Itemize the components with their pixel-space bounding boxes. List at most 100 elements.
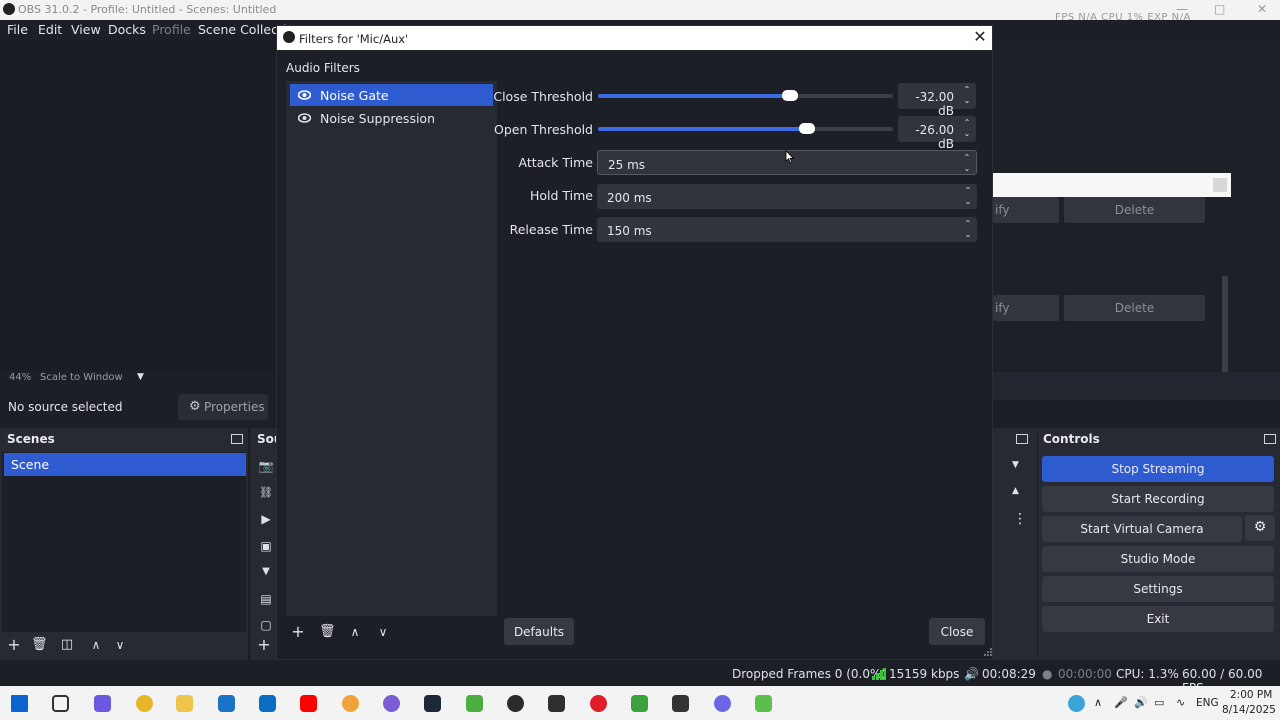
wifi-icon[interactable]: ∿ [1176, 696, 1185, 709]
chevron-up-icon[interactable]: ▲ [1012, 486, 1019, 496]
chrome-icon[interactable] [136, 695, 153, 712]
brave-icon[interactable] [342, 695, 359, 712]
window-title-bar: OBS 31.0.2 - Profile: Untitled - Scenes:… [0, 0, 1280, 23]
epic-games-icon[interactable] [548, 695, 565, 712]
eye-icon[interactable] [298, 113, 311, 123]
undock-icon[interactable] [1016, 434, 1028, 444]
bg-modify-button[interactable]: ify [993, 197, 1059, 223]
filter-icon[interactable]: ◫ [59, 637, 75, 653]
slider-handle[interactable] [782, 90, 798, 101]
open-threshold-input[interactable]: -26.00 dB ⌃ ⌄ [898, 116, 976, 151]
chevron-down-icon: ⌄ [963, 129, 971, 138]
resize-grip-icon[interactable] [984, 648, 992, 656]
minimize-icon[interactable]: — [1176, 2, 1188, 16]
trash-icon[interactable]: 🗑 [319, 624, 336, 640]
gear-icon[interactable]: ⚙ [1245, 515, 1275, 541]
record-time: 00:00:00 [1058, 667, 1112, 681]
taskbar: ∧ 🎤 🔊 ▭ ∿ ENG 2:00 PM 8/14/2025 [0, 686, 1280, 720]
play-icon: ▶ [261, 512, 271, 526]
windows-start-icon[interactable] [11, 695, 28, 712]
status-bar: Dropped Frames 0 (0.0%) 15159 kbps 🔊 00:… [0, 662, 1280, 695]
chevron-down-icon[interactable]: ▼ [1012, 460, 1019, 470]
chevron-down-icon[interactable]: ▼ [137, 372, 144, 382]
scale-mode-select[interactable]: Scale to Window [40, 372, 123, 383]
spinbox-buttons[interactable]: ⌃ ⌄ [962, 85, 972, 105]
store-icon[interactable] [218, 695, 235, 712]
move-up-icon[interactable]: ∧ [347, 624, 363, 640]
clock-date[interactable]: 8/14/2025 [1222, 704, 1276, 716]
settings-button[interactable]: Settings [1042, 576, 1274, 602]
stream-time: 00:08:29 [982, 667, 1036, 681]
open-threshold-slider[interactable] [598, 123, 893, 134]
stop-streaming-button[interactable]: Stop Streaming [1042, 456, 1274, 482]
spinbox-buttons[interactable]: ⌃ ⌄ [962, 118, 972, 138]
undock-icon[interactable] [1264, 434, 1276, 444]
youtube-icon[interactable] [300, 695, 317, 712]
release-time-input[interactable]: 150 ms ⌃ ⌄ [597, 217, 977, 242]
studio-mode-button[interactable]: Studio Mode [1042, 546, 1274, 572]
hold-time-input[interactable]: 200 ms ⌃ ⌄ [597, 184, 977, 209]
move-down-icon[interactable]: ∨ [375, 624, 391, 640]
maximize-icon[interactable]: □ [1214, 2, 1225, 16]
language-indicator[interactable]: ENG [1196, 697, 1219, 709]
add-scene-icon[interactable]: + [6, 637, 22, 653]
opera-icon[interactable] [590, 695, 607, 712]
menu-edit[interactable]: Edit [38, 22, 62, 37]
defaults-button[interactable]: Defaults [504, 618, 574, 645]
bg-modify-button-2[interactable]: ify [993, 295, 1059, 321]
game-icon[interactable] [755, 695, 772, 712]
exit-button[interactable]: Exit [1042, 606, 1274, 632]
scene-item[interactable]: Scene [4, 453, 246, 476]
menu-file[interactable]: File [7, 22, 28, 37]
menu-docks[interactable]: Docks [108, 22, 146, 37]
copilot-icon[interactable] [94, 695, 111, 712]
close-icon[interactable]: ✕ [972, 29, 988, 45]
undock-icon[interactable] [231, 434, 243, 444]
add-filter-icon[interactable]: + [290, 624, 306, 640]
chevron-up-icon[interactable]: ∧ [1094, 696, 1102, 709]
task-view-icon[interactable] [52, 695, 69, 712]
bg-delete-button[interactable]: Delete [1064, 197, 1205, 223]
move-down-icon[interactable]: ∨ [112, 637, 128, 653]
close-window-icon[interactable]: ✕ [1257, 2, 1267, 16]
close-threshold-slider[interactable] [598, 90, 893, 101]
dialog-title-bar: Filters for 'Mic/Aux' ✕ [277, 26, 992, 50]
volume-icon[interactable]: 🔊 [1134, 696, 1148, 709]
filter-item-noise-gate[interactable]: Noise Gate [290, 84, 493, 106]
start-virtual-camera-button[interactable]: Start Virtual Camera [1042, 516, 1242, 542]
file-explorer-icon[interactable] [176, 695, 193, 712]
more-options-icon[interactable]: ⋮ [1013, 512, 1027, 526]
spinbox-buttons[interactable]: ⌃ ⌄ [963, 186, 973, 206]
discord-icon[interactable] [714, 695, 731, 712]
minecraft-icon[interactable] [631, 695, 648, 712]
move-up-icon[interactable]: ∧ [88, 637, 104, 653]
steam-icon[interactable] [424, 695, 441, 712]
trash-icon[interactable]: 🗑 [31, 637, 48, 653]
add-source-icon[interactable]: + [256, 637, 272, 653]
close-threshold-input[interactable]: -32.00 dB ⌃ ⌄ [898, 83, 976, 118]
app-icon[interactable] [672, 695, 689, 712]
preview-canvas[interactable] [0, 40, 276, 370]
slider-fill [598, 94, 790, 98]
window-title: OBS 31.0.2 - Profile: Untitled - Scenes:… [18, 3, 277, 16]
filter-item-noise-suppression[interactable]: Noise Suppression [290, 107, 493, 129]
utorrent-icon[interactable] [466, 695, 483, 712]
clock-time[interactable]: 2:00 PM [1230, 689, 1272, 701]
slider-handle[interactable] [799, 123, 815, 134]
start-recording-button[interactable]: Start Recording [1042, 486, 1274, 512]
obs-taskbar-icon[interactable] [507, 695, 524, 712]
bg-delete-button-2[interactable]: Delete [1064, 295, 1205, 321]
close-icon[interactable] [1213, 178, 1227, 192]
menu-view[interactable]: View [71, 22, 101, 37]
close-button[interactable]: Close [929, 618, 985, 645]
help-icon[interactable] [1068, 695, 1085, 712]
menu-profile[interactable]: Profile [152, 22, 191, 37]
outlook-icon[interactable] [259, 695, 276, 712]
properties-button[interactable]: ⚙ Properties [178, 394, 268, 420]
spinbox-buttons[interactable]: ⌃ ⌄ [962, 153, 972, 173]
spinbox-buttons[interactable]: ⌃ ⌄ [963, 219, 973, 239]
viber-icon[interactable] [383, 695, 400, 712]
microphone-icon[interactable]: 🎤 [1114, 696, 1128, 709]
eye-icon[interactable] [298, 90, 311, 100]
battery-icon[interactable]: ▭ [1154, 696, 1164, 709]
